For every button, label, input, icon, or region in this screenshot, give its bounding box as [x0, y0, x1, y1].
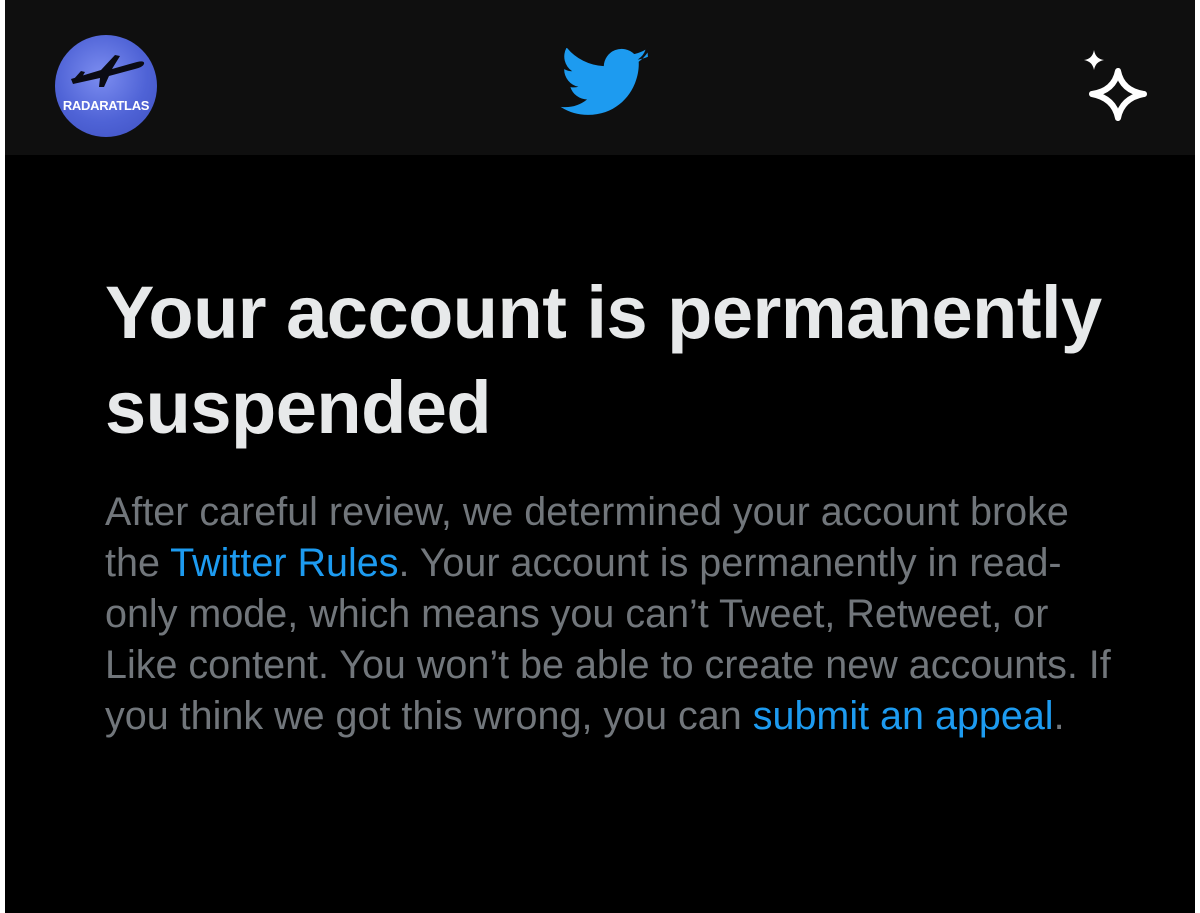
- profile-avatar[interactable]: RADARATLAS: [55, 35, 157, 137]
- twitter-rules-link[interactable]: Twitter Rules: [170, 541, 398, 585]
- top-navigation-bar: RADARATLAS: [5, 0, 1195, 155]
- page-title: Your account is permanently suspended: [105, 271, 1102, 449]
- suspension-notice: Your account is permanently suspended Af…: [105, 265, 1115, 742]
- message-text: .: [1053, 694, 1065, 738]
- avatar-brand-text: RADARATLAS: [62, 98, 150, 113]
- twitter-bird-icon: [560, 48, 648, 115]
- sparkle-icon[interactable]: [1078, 47, 1152, 121]
- submit-appeal-link[interactable]: submit an appeal: [753, 694, 1054, 738]
- suspension-screen: RADARATLAS Your account is permanently s…: [5, 0, 1195, 913]
- airplane-icon: [71, 55, 145, 87]
- suspension-message: After careful review, we determined your…: [105, 487, 1115, 742]
